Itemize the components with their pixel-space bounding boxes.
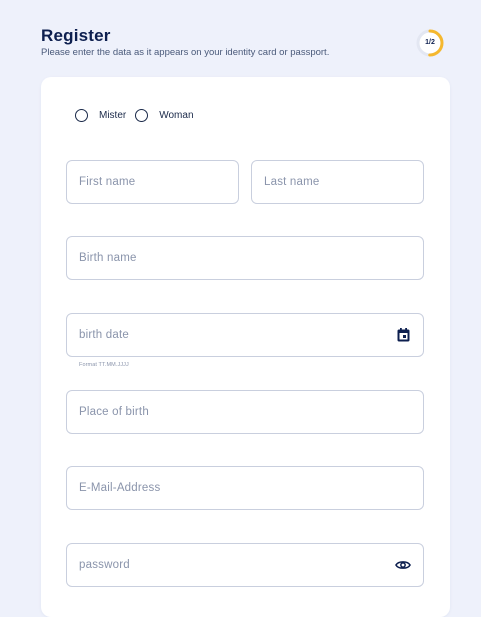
registration-form-card: Mister Woman Format TT.MM.JJJJ	[41, 77, 450, 617]
radio-label-mister: Mister	[99, 110, 127, 121]
birth-name-input[interactable]	[79, 252, 411, 264]
email-field[interactable]	[66, 466, 424, 510]
radio-woman[interactable]	[135, 109, 149, 122]
last-name-input[interactable]	[264, 176, 411, 188]
birth-name-field[interactable]	[66, 236, 424, 280]
calendar-icon[interactable]	[395, 327, 411, 343]
birth-date-format-hint: Format TT.MM.JJJJ	[79, 362, 129, 368]
birth-date-input[interactable]	[79, 329, 395, 341]
radio-mister[interactable]	[75, 109, 88, 122]
gender-option-woman[interactable]: Woman	[135, 109, 194, 122]
place-of-birth-input[interactable]	[79, 406, 411, 418]
last-name-field[interactable]	[251, 160, 424, 204]
first-name-input[interactable]	[79, 176, 226, 188]
step-progress-indicator: 1/2	[415, 28, 445, 58]
birth-date-field[interactable]	[66, 313, 424, 357]
password-input[interactable]	[79, 559, 395, 571]
gender-option-mister[interactable]: Mister	[75, 109, 126, 122]
first-name-field[interactable]	[66, 160, 239, 204]
password-field[interactable]	[66, 543, 424, 587]
email-input[interactable]	[79, 482, 411, 494]
progress-label: 1/2	[425, 39, 435, 46]
page-subtitle: Please enter the data as it appears on y…	[41, 47, 330, 58]
radio-label-woman: Woman	[159, 110, 194, 121]
register-header: Register Please enter the data as it app…	[41, 26, 451, 59]
place-of-birth-field[interactable]	[66, 390, 424, 434]
page-title: Register	[41, 26, 111, 45]
gender-radio-group: Mister Woman	[75, 109, 203, 122]
eye-icon[interactable]	[395, 557, 411, 573]
